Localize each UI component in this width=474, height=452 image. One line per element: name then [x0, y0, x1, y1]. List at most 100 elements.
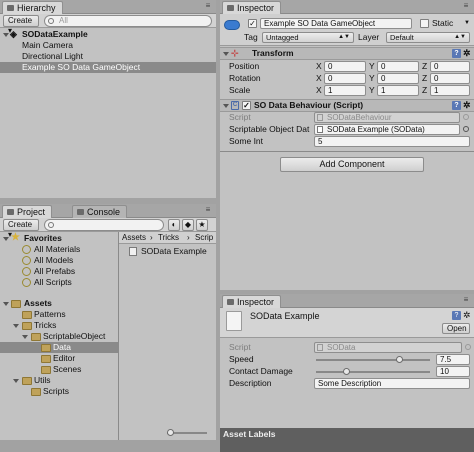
tab-project[interactable]: Project: [2, 205, 53, 218]
expand-arrow-icon[interactable]: [3, 237, 9, 241]
breadcrumb-item[interactable]: Assets: [122, 232, 146, 243]
favorite-item[interactable]: All Prefabs: [0, 266, 118, 277]
gear-icon[interactable]: ✲: [463, 48, 471, 59]
slider-thumb[interactable]: [396, 356, 403, 363]
favorite-star-icon[interactable]: ★: [196, 219, 208, 231]
folder-item[interactable]: Utils: [0, 375, 118, 386]
hierarchy-item-selected[interactable]: Example SO Data GameObject: [0, 62, 216, 73]
expand-arrow-icon[interactable]: [3, 302, 9, 306]
gear-icon[interactable]: ✲: [463, 100, 471, 111]
panel-menu-icon[interactable]: ≡: [461, 296, 471, 304]
contact-damage-slider[interactable]: [316, 366, 430, 377]
object-picker-icon: [463, 114, 469, 120]
hierarchy-item[interactable]: Directional Light: [0, 51, 216, 62]
component-enabled-checkbox[interactable]: ✓: [242, 101, 251, 110]
expand-arrow-icon[interactable]: [13, 324, 19, 328]
folder-item[interactable]: Scenes: [0, 364, 118, 375]
breadcrumb-item[interactable]: Tricks: [158, 232, 179, 243]
inspector-tabbar: Inspector ≡: [220, 0, 474, 14]
rotation-z-field[interactable]: 0: [430, 73, 470, 84]
transform-title: Transform: [252, 48, 294, 58]
asset-content-pane: Assets › Tricks › Scrip SOData Example: [119, 232, 216, 440]
position-z-field[interactable]: 0: [430, 61, 470, 72]
gameobject-icon: [224, 20, 240, 30]
filter-by-type-icon[interactable]: ◐: [168, 219, 180, 231]
expand-arrow-icon[interactable]: [13, 379, 19, 383]
create-button-label: Create: [8, 16, 33, 25]
assets-row[interactable]: Assets: [0, 298, 118, 309]
rotation-x-field[interactable]: 0: [324, 73, 366, 84]
filter-by-label-icon[interactable]: ◆: [182, 219, 194, 231]
expand-arrow-icon[interactable]: [22, 335, 28, 339]
active-checkbox[interactable]: ✓: [248, 19, 257, 28]
breadcrumb-item[interactable]: Scrip: [195, 232, 213, 243]
slider-thumb[interactable]: [343, 368, 350, 375]
contact-damage-row: Contact Damage 10: [220, 366, 474, 377]
help-icon[interactable]: ?: [452, 49, 461, 58]
folder-icon: [22, 311, 32, 319]
open-button[interactable]: Open: [442, 323, 470, 334]
scale-y-field[interactable]: 1: [377, 85, 419, 96]
speed-slider[interactable]: [316, 354, 430, 365]
create-button[interactable]: Create ▾: [3, 15, 39, 35]
panel-menu-icon[interactable]: ≡: [203, 2, 213, 10]
static-checkbox[interactable]: [420, 19, 429, 28]
object-name-field[interactable]: Example SO Data GameObject: [260, 18, 412, 29]
favorites-row[interactable]: ★ Favorites: [0, 232, 118, 244]
rotation-y-field[interactable]: 0: [377, 73, 419, 84]
scriptable-object-label: Scriptable Object Dat: [229, 124, 310, 134]
favorite-item[interactable]: All Models: [0, 255, 118, 266]
search-icon: [48, 18, 54, 24]
asset-inspector-panel: Inspector ≡ SOData Example ? ✲ Open Scri…: [220, 294, 474, 452]
layer-dropdown[interactable]: Default ▲▼: [386, 32, 470, 43]
folder-item-selected[interactable]: Data: [0, 342, 118, 353]
slider-thumb[interactable]: [167, 429, 174, 436]
hierarchy-item[interactable]: Main Camera: [0, 40, 216, 51]
asset-labels-bar[interactable]: Asset Labels: [220, 428, 474, 452]
gear-icon[interactable]: ✲: [463, 310, 471, 321]
object-picker-icon[interactable]: [463, 126, 469, 132]
folder-item[interactable]: Editor: [0, 353, 118, 364]
panel-menu-icon[interactable]: ≡: [461, 2, 471, 10]
scriptable-object-field[interactable]: SOData Example (SOData): [314, 124, 460, 135]
script-field: SODataBehaviour: [314, 112, 460, 123]
panel-menu-icon[interactable]: ≡: [203, 206, 213, 214]
icon-size-slider[interactable]: [167, 429, 207, 437]
script-icon: C: [231, 101, 239, 110]
help-icon[interactable]: ?: [452, 311, 461, 320]
scale-x-field[interactable]: 1: [324, 85, 366, 96]
scriptable-object-icon: [226, 311, 242, 331]
expand-arrow-icon[interactable]: [3, 33, 9, 37]
folder-item[interactable]: Scripts: [0, 386, 118, 397]
so-behaviour-header[interactable]: C ✓ SO Data Behaviour (Script) ? ✲: [220, 99, 474, 112]
search-input[interactable]: [44, 219, 164, 231]
tab-console[interactable]: Console: [72, 205, 128, 218]
scene-row[interactable]: ◈ SODataExample: [0, 29, 216, 40]
folder-item[interactable]: Tricks: [0, 320, 118, 331]
add-component-button[interactable]: Add Component: [280, 157, 424, 172]
tab-inspector[interactable]: Inspector: [222, 1, 282, 14]
expand-arrow-icon[interactable]: [223, 104, 229, 108]
speed-field[interactable]: 7.5: [436, 354, 470, 365]
search-input[interactable]: All: [44, 15, 212, 27]
transform-header[interactable]: ⊹ Transform ? ✲: [220, 47, 474, 60]
folder-item[interactable]: Patterns: [0, 309, 118, 320]
favorite-item[interactable]: All Scripts: [0, 277, 118, 288]
scale-z-field[interactable]: 1: [430, 85, 470, 96]
help-icon[interactable]: ?: [452, 101, 461, 110]
favorite-item[interactable]: All Materials: [0, 244, 118, 255]
description-field[interactable]: Some Description: [314, 378, 470, 389]
tab-inspector[interactable]: Inspector: [222, 295, 282, 308]
create-button[interactable]: Create ▾: [3, 219, 39, 239]
folder-item[interactable]: ScriptableObject: [0, 331, 118, 342]
contact-damage-field[interactable]: 10: [436, 366, 470, 377]
position-x-field[interactable]: 0: [324, 61, 366, 72]
position-y-field[interactable]: 0: [377, 61, 419, 72]
chevron-down-icon[interactable]: ▼: [464, 18, 470, 29]
layer-value: Default: [390, 33, 414, 42]
tab-hierarchy[interactable]: Hierarchy: [2, 1, 63, 14]
some-int-field[interactable]: 5: [314, 136, 470, 147]
asset-item[interactable]: SOData Example: [119, 246, 216, 257]
expand-arrow-icon[interactable]: [223, 52, 229, 56]
tag-dropdown[interactable]: Untagged ▲▼: [262, 32, 354, 43]
